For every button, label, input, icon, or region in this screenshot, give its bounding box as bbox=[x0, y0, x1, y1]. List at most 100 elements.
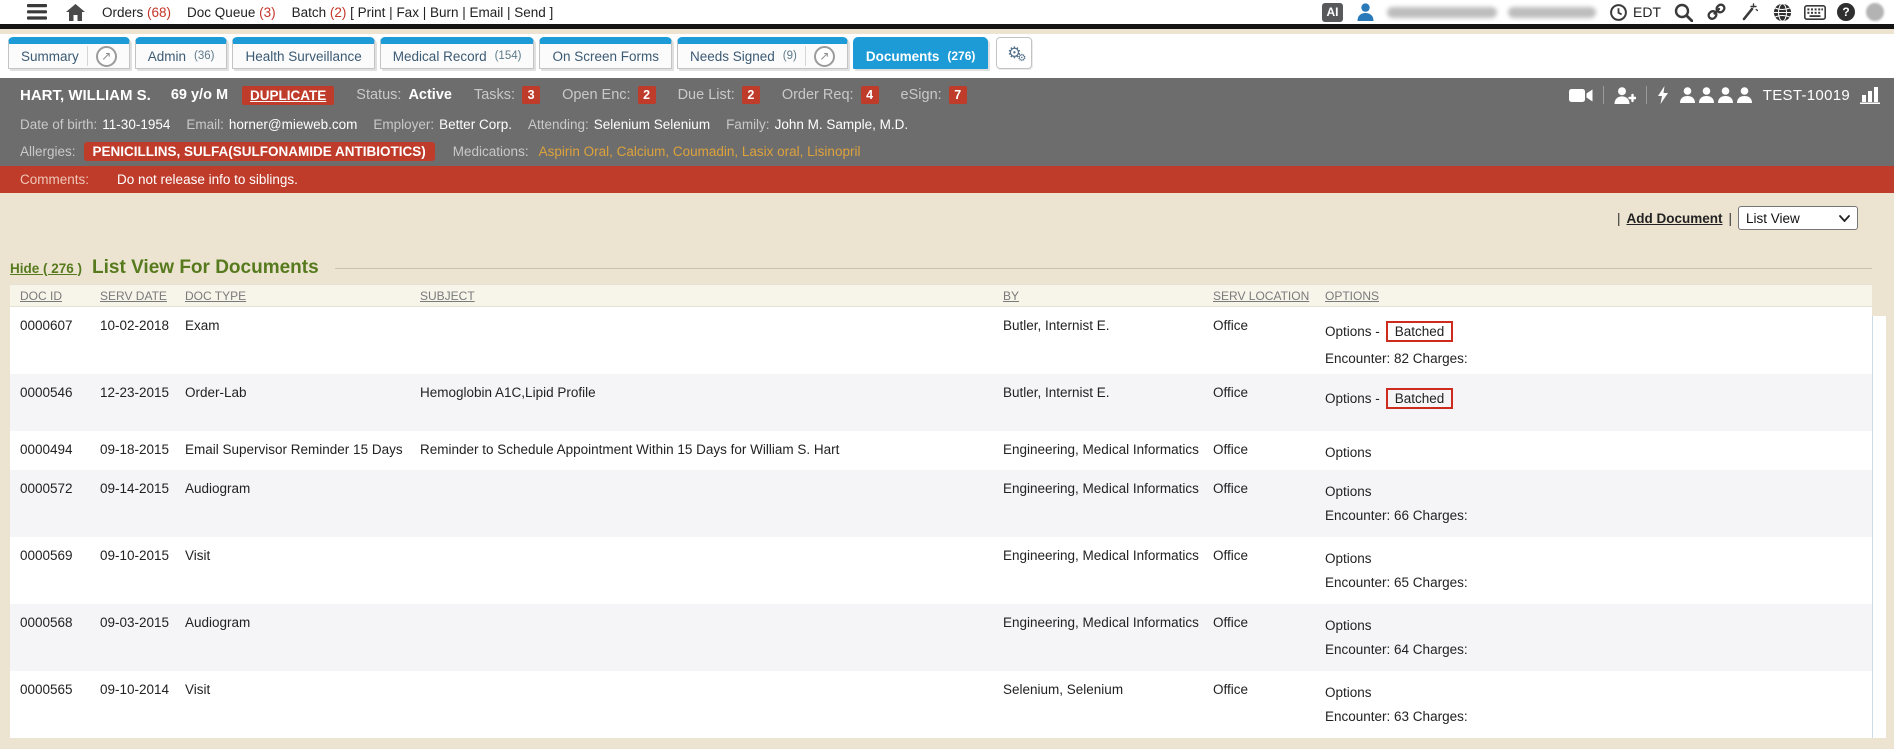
menu-orders[interactable]: Orders (68) bbox=[102, 5, 171, 20]
open-enc-group: Open Enc: 2 bbox=[562, 86, 656, 104]
employer-pair: Employer:Better Corp. bbox=[373, 117, 512, 132]
tab-bar: Summary ↗ Admin (36) Health Surveillance… bbox=[0, 34, 1894, 78]
column-header-serv-location[interactable]: SERV LOCATION bbox=[1203, 289, 1315, 303]
options-link[interactable]: Options - bbox=[1325, 324, 1380, 339]
help-icon[interactable]: ? bbox=[1837, 3, 1855, 21]
serv-location-value: Office bbox=[1203, 470, 1315, 537]
allergy-badge[interactable]: PENICILLINS, SULFA(SULFONAMIDE ANTIBIOTI… bbox=[84, 142, 435, 161]
tab-needs-signed[interactable]: Needs Signed (9) ↗ bbox=[677, 37, 848, 69]
doc-id-value[interactable]: 0000572 bbox=[10, 470, 90, 537]
encounter-info: Encounter: 63 Charges: bbox=[1325, 709, 1872, 724]
by-value: Engineering, Medical Informatics bbox=[993, 431, 1203, 470]
globe-icon[interactable] bbox=[1771, 2, 1793, 22]
column-header-by[interactable]: BY bbox=[993, 289, 1203, 303]
options-link[interactable]: Options bbox=[1325, 618, 1372, 633]
keyboard-icon[interactable] bbox=[1804, 2, 1826, 22]
column-header-options[interactable]: OPTIONS bbox=[1315, 289, 1872, 303]
tab-count: (276) bbox=[947, 49, 975, 63]
tab-health-surveillance[interactable]: Health Surveillance bbox=[232, 37, 374, 69]
comments-label: Comments: bbox=[20, 172, 89, 187]
popup-window-icon[interactable]: ↗ bbox=[96, 46, 117, 67]
hide-link[interactable]: Hide ( 276 ) bbox=[10, 261, 82, 276]
tab-label: Health Surveillance bbox=[245, 49, 361, 64]
column-header-doc-type[interactable]: DOC TYPE bbox=[175, 289, 410, 303]
doc-id-value[interactable]: 0000568 bbox=[10, 604, 90, 671]
menu-batch[interactable]: Batch (2) [ Print | Fax | Burn | Email |… bbox=[292, 5, 554, 20]
redacted-user-role bbox=[1508, 7, 1596, 18]
avatar[interactable] bbox=[1866, 3, 1884, 21]
timezone-group[interactable]: EDT bbox=[1607, 2, 1661, 22]
doc-type-value: Visit bbox=[175, 537, 410, 604]
tab-settings-button[interactable]: ⚙ ⚙ bbox=[996, 37, 1032, 69]
subject-value bbox=[410, 537, 993, 604]
options-link[interactable]: Options bbox=[1325, 685, 1372, 700]
video-camera-icon[interactable] bbox=[1569, 88, 1593, 103]
options-link[interactable]: Options bbox=[1325, 484, 1372, 499]
panel-heading: Hide ( 276 ) List View For Documents bbox=[10, 252, 1872, 284]
add-person-icon[interactable] bbox=[1614, 87, 1636, 104]
tab-label: Summary bbox=[21, 49, 79, 64]
serv-date-value: 12-23-2015 bbox=[90, 374, 175, 431]
tab-admin[interactable]: Admin (36) bbox=[135, 37, 228, 69]
order-req-count-badge[interactable]: 4 bbox=[861, 86, 879, 104]
options-link[interactable]: Options - bbox=[1325, 391, 1380, 406]
patient-name: HART, WILLIAM S. bbox=[20, 87, 151, 104]
options-link[interactable]: Options bbox=[1325, 551, 1372, 566]
tab-on-screen-forms[interactable]: On Screen Forms bbox=[539, 37, 672, 69]
magic-wand-icon[interactable] bbox=[1738, 2, 1760, 22]
divider bbox=[1646, 86, 1647, 104]
due-list-count-badge[interactable]: 2 bbox=[742, 86, 760, 104]
column-header-serv-date[interactable]: SERV DATE bbox=[90, 289, 175, 303]
search-icon[interactable] bbox=[1672, 2, 1694, 22]
column-header-subject[interactable]: SUBJECT bbox=[410, 289, 993, 303]
tab-documents[interactable]: Documents (276) bbox=[853, 37, 989, 69]
tab-summary[interactable]: Summary ↗ bbox=[8, 37, 130, 69]
open-enc-count-badge[interactable]: 2 bbox=[638, 86, 656, 104]
tasks-label: Tasks: bbox=[474, 87, 515, 103]
bar-chart-icon[interactable] bbox=[1860, 86, 1880, 104]
tasks-count-badge[interactable]: 3 bbox=[522, 86, 540, 104]
pipe-separator: | bbox=[1617, 211, 1621, 226]
menu-orders-label: Orders bbox=[102, 5, 143, 20]
options-cell: Options Encounter: 66 Charges: bbox=[1315, 470, 1872, 537]
menu-doc-queue[interactable]: Doc Queue (3) bbox=[187, 5, 276, 20]
ai-badge[interactable]: AI bbox=[1322, 3, 1343, 22]
care-team-icons[interactable] bbox=[1679, 87, 1753, 103]
table-row: 0000607 10-02-2018 Exam Butler, Internis… bbox=[10, 307, 1872, 374]
esign-count-badge[interactable]: 7 bbox=[949, 86, 967, 104]
batch-actions[interactable]: [ Print | Fax | Burn | Email | Send ] bbox=[350, 5, 553, 20]
doc-type-value: Exam bbox=[175, 307, 410, 374]
column-header-doc-id[interactable]: DOC ID bbox=[10, 289, 90, 303]
popup-window-icon[interactable]: ↗ bbox=[814, 46, 835, 67]
doc-id-value[interactable]: 0000569 bbox=[10, 537, 90, 604]
table-row: 0000568 09-03-2015 Audiogram Engineering… bbox=[10, 604, 1872, 671]
serv-date-value: 09-18-2015 bbox=[90, 431, 175, 470]
employer-value: Better Corp. bbox=[439, 117, 512, 132]
doc-id-value[interactable]: 0000546 bbox=[10, 374, 90, 431]
hamburger-menu-icon[interactable] bbox=[26, 2, 48, 22]
medications-list[interactable]: Aspirin Oral, Calcium, Coumadin, Lasix o… bbox=[539, 144, 861, 159]
doc-id-value[interactable]: 0000565 bbox=[10, 671, 90, 738]
duplicate-flag[interactable]: DUPLICATE bbox=[242, 86, 334, 105]
add-document-link[interactable]: Add Document bbox=[1626, 211, 1722, 226]
patient-banner: HART, WILLIAM S. 69 y/o M DUPLICATE Stat… bbox=[0, 78, 1894, 166]
patient-tools: TEST-10019 bbox=[1569, 86, 1880, 104]
user-icon[interactable] bbox=[1354, 2, 1376, 22]
tab-label: Needs Signed bbox=[690, 49, 775, 64]
options-link[interactable]: Options bbox=[1325, 445, 1372, 460]
email-label: Email: bbox=[186, 117, 224, 132]
link-icon[interactable] bbox=[1705, 2, 1727, 22]
lightning-bolt-icon[interactable] bbox=[1657, 86, 1669, 104]
subject-value bbox=[410, 470, 993, 537]
home-icon[interactable] bbox=[64, 2, 86, 22]
view-select-dropdown[interactable]: List View bbox=[1738, 206, 1858, 230]
open-enc-label: Open Enc: bbox=[562, 87, 631, 103]
serv-date-value: 09-14-2015 bbox=[90, 470, 175, 537]
doc-id-value[interactable]: 0000607 bbox=[10, 307, 90, 374]
tab-medical-record[interactable]: Medical Record (154) bbox=[380, 37, 535, 69]
dob-pair: Date of birth:11-30-1954 bbox=[20, 117, 170, 132]
table-scrollbar[interactable] bbox=[1872, 316, 1886, 738]
gear-small-icon: ⚙ bbox=[1017, 53, 1026, 64]
by-value: Butler, Internist E. bbox=[993, 307, 1203, 374]
doc-id-value[interactable]: 0000494 bbox=[10, 431, 90, 470]
